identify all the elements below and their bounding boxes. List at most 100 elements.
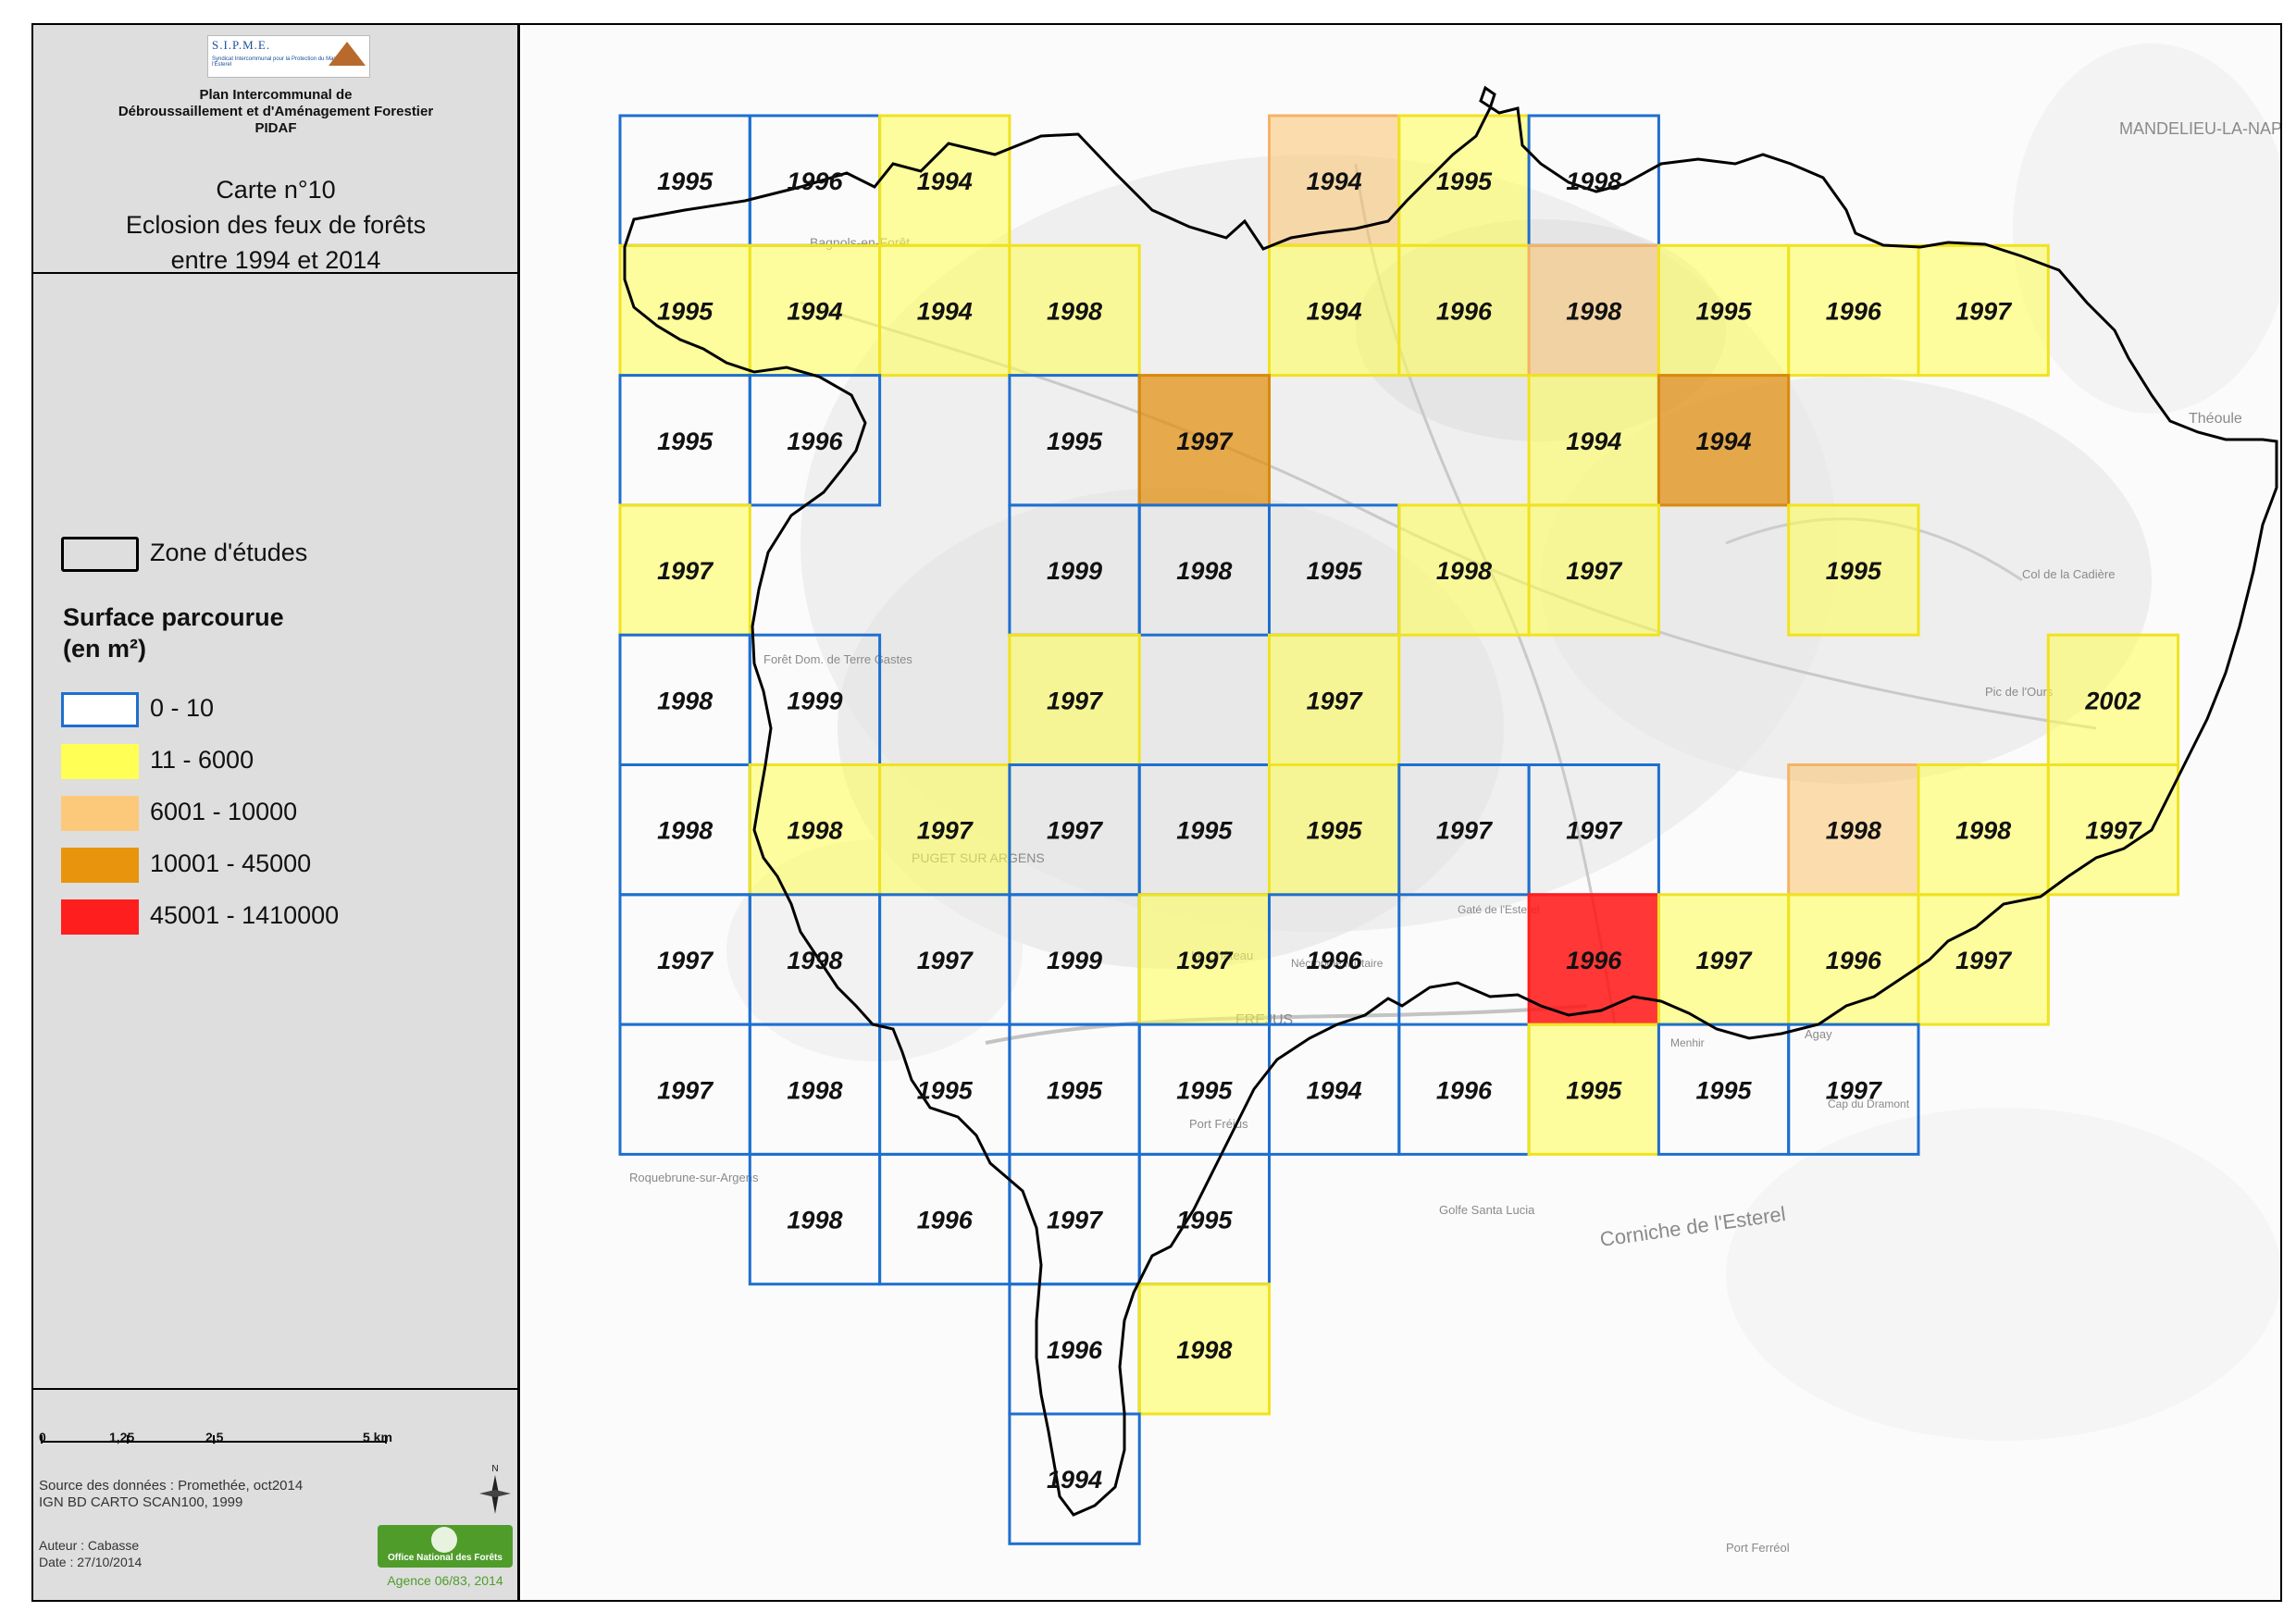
source-line-1: Source des données : Promethée, oct2014	[39, 1478, 304, 1494]
fire-year-label: 1997	[1176, 428, 1234, 455]
fire-year-label: 1997	[2085, 817, 2142, 845]
fire-year-label: 1997	[1176, 947, 1234, 974]
title-line-1: Eclosion des feux de forêts	[125, 211, 427, 239]
fire-year-label: 1996	[1047, 1336, 1103, 1364]
scale-label-0: 0	[39, 1430, 46, 1444]
scale-label-2: 2,5	[205, 1430, 224, 1444]
fire-year-label: 1994	[1307, 297, 1362, 325]
fire-year-label: 1998	[1955, 817, 2011, 845]
fire-year-label: 1997	[657, 947, 714, 974]
fire-year-label: 1995	[1436, 167, 1493, 195]
author-info: Auteur : Cabasse Date : 27/10/2014	[39, 1537, 142, 1570]
fire-year-label: 1997	[917, 817, 974, 845]
fire-year-label: 1995	[1566, 1076, 1622, 1104]
fire-year-label: 1997	[1566, 557, 1623, 585]
fire-year-label: 1997	[917, 947, 974, 974]
fire-year-label: 1994	[917, 167, 973, 195]
fire-year-label: 1997	[1047, 817, 1104, 845]
legend-label-3: 10001 - 45000	[150, 849, 312, 877]
fire-year-label: 1996	[1307, 947, 1363, 974]
fire-year-label: 1995	[1307, 817, 1363, 845]
place-name: Roquebrune-sur-Argens	[629, 1171, 759, 1184]
fire-year-label: 1997	[657, 557, 714, 585]
fire-year-label: 1994	[787, 297, 842, 325]
fire-year-label: 1998	[1566, 297, 1621, 325]
fire-year-label: 1998	[1176, 1336, 1232, 1364]
fire-year-label: 1998	[657, 817, 713, 845]
logo-text: S.I.P.M.E.	[212, 38, 271, 52]
map-title: Carte n°10 Eclosion des feux de forêts e…	[31, 172, 520, 278]
fire-year-label: 1998	[657, 687, 713, 714]
fire-year-label: 1996	[1566, 947, 1622, 974]
fire-year-label: 2002	[2084, 687, 2141, 714]
fire-year-label: 1998	[787, 817, 842, 845]
fire-year-label: 1996	[917, 1207, 974, 1234]
fire-year-label: 1997	[1566, 817, 1623, 845]
plan-line-1: Plan Intercommunal de	[199, 87, 353, 103]
fire-year-label: 1998	[787, 1076, 842, 1104]
fire-year-label: 1998	[787, 947, 842, 974]
data-source: Source des données : Promethée, oct2014 …	[39, 1478, 303, 1511]
legend-swatch-4	[61, 899, 139, 935]
legend-swatch-1	[61, 744, 139, 779]
place-name: Théoule	[2189, 411, 2242, 427]
plan-title: Plan Intercommunal de Débroussaillement …	[31, 87, 520, 137]
fire-year-label: 1996	[1436, 297, 1493, 325]
legend-zone-label: Zone d'études	[150, 539, 308, 566]
map-area[interactable]: MANDELIEU-LA-NAPOULEThéouleCorniche de l…	[523, 25, 2296, 1600]
fire-year-label: 1997	[1826, 1076, 1883, 1104]
place-name: Menhir	[1670, 1036, 1705, 1049]
date-line: Date : 27/10/2014	[39, 1555, 143, 1569]
fire-year-label: 1995	[1047, 1076, 1103, 1104]
fire-year-label: 1994	[1307, 1076, 1362, 1104]
fire-year-label: 1999	[1047, 557, 1102, 585]
fire-year-label: 1994	[1696, 428, 1752, 455]
fire-year-label: 1997	[1047, 687, 1104, 714]
fire-year-label: 1996	[787, 167, 843, 195]
legend-heading-line2: (en m²)	[63, 635, 146, 663]
onf-logo: Office National des Forêts Agence 06/83,…	[378, 1525, 513, 1592]
source-line-2: IGN BD CARTO SCAN100, 1999	[39, 1494, 243, 1510]
place-name: Port Ferréol	[1726, 1541, 1790, 1555]
fire-year-label: 1999	[787, 687, 842, 714]
place-name: Gaté de l'Esterel	[1458, 903, 1539, 916]
fire-year-label: 1994	[1047, 1466, 1102, 1494]
fire-year-label: 1995	[1176, 1207, 1233, 1234]
scale-label-1: 1,25	[109, 1430, 135, 1444]
place-name: Golfe Santa Lucia	[1439, 1203, 1535, 1217]
legend-swatch-0	[61, 692, 139, 727]
fire-year-label: 1997	[1047, 1207, 1104, 1234]
fire-year-label: 1996	[1826, 297, 1882, 325]
legend-heading-line1: Surface parcourue	[63, 603, 284, 631]
fire-year-label: 1995	[1176, 1076, 1233, 1104]
fire-year-label: 1996	[1826, 947, 1882, 974]
north-label: N	[491, 1464, 498, 1474]
plan-line-3: PIDAF	[254, 120, 297, 136]
fire-year-label: 1995	[1696, 1076, 1753, 1104]
place-name: Forêt Dom. de Terre Gastes	[763, 652, 912, 666]
legend-label-4: 45001 - 1410000	[150, 901, 340, 929]
fire-year-label: 1998	[1436, 557, 1492, 585]
fire-year-label: 1994	[1307, 167, 1362, 195]
author-line: Auteur : Cabasse	[39, 1538, 140, 1553]
fire-year-label: 1995	[917, 1076, 974, 1104]
map-canvas[interactable]: MANDELIEU-LA-NAPOULEThéouleCorniche de l…	[523, 25, 2296, 1600]
scale-label-3: 5 km	[363, 1430, 392, 1444]
place-name: Agay	[1805, 1027, 1832, 1041]
sipme-logo: S.I.P.M.E. Syndicat Intercommunal pour l…	[207, 35, 370, 78]
fire-year-label: 1994	[1566, 428, 1621, 455]
header-divider	[31, 272, 520, 274]
fire-year-label: 1997	[1436, 817, 1494, 845]
legend-label-0: 0 - 10	[150, 694, 215, 722]
fire-year-label: 1995	[657, 428, 714, 455]
plan-line-2: Débroussaillement et d'Aménagement Fores…	[118, 104, 434, 119]
tree-icon	[431, 1527, 457, 1553]
legend-swatch-3	[61, 848, 139, 883]
fire-year-label: 1995	[657, 297, 714, 325]
legend-divider	[31, 1388, 520, 1390]
fire-year-label: 1996	[1436, 1076, 1493, 1104]
fire-year-label: 1999	[1047, 947, 1102, 974]
fire-year-label: 1994	[917, 297, 973, 325]
onf-name: Office National des Forêts	[388, 1553, 503, 1563]
fire-year-label: 1998	[787, 1207, 842, 1234]
